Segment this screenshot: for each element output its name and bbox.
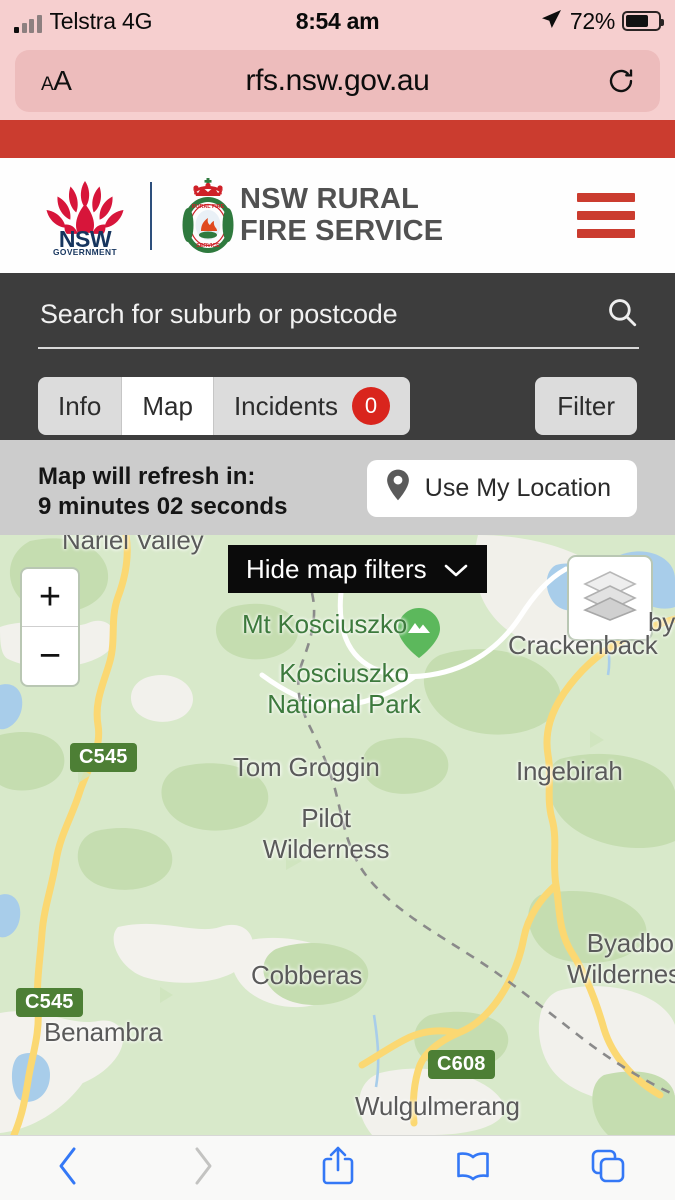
safari-browser-window: Telstra 4G 8:54 am 72% AA rfs.nsw.gov.au <box>0 0 675 1200</box>
rfs-crest-icon: RURAL FIRE SERVICE <box>182 177 234 253</box>
brand-red-band <box>0 120 675 158</box>
svg-text:RURAL FIRE: RURAL FIRE <box>192 204 225 210</box>
logo-group[interactable]: NSW GOVERNMENT RURAL FIRE SERVICE <box>40 175 244 257</box>
nsw-waratah-logo-icon: NSW GOVERNMENT <box>46 180 124 255</box>
tab-incidents-label: Incidents <box>233 390 339 421</box>
layers-stack-icon <box>582 570 638 627</box>
refresh-timer: 9 minutes 02 seconds <box>38 493 288 521</box>
incident-map[interactable]: + − Hide map filters Nariel Valley Crack… <box>0 535 675 1135</box>
forward-button <box>135 1145 270 1192</box>
map-refresh-bar: Map will refresh in: 9 minutes 02 second… <box>0 440 675 535</box>
tabs-button[interactable] <box>540 1148 675 1189</box>
map-zoom-controls[interactable]: + − <box>20 567 80 687</box>
tab-info-label: Info <box>58 390 102 421</box>
text-size-button[interactable]: AA <box>41 65 72 97</box>
status-bar-right: 72% <box>539 7 664 36</box>
address-bar[interactable]: AA rfs.nsw.gov.au <box>15 50 660 112</box>
location-arrow-icon <box>539 7 563 36</box>
tab-info[interactable]: Info <box>38 377 123 435</box>
site-title-line2: FIRE SERVICE <box>240 214 444 247</box>
share-button[interactable] <box>270 1145 405 1192</box>
logo-divider <box>150 181 152 250</box>
view-tab-group[interactable]: Info Map Incidents 0 <box>38 377 411 435</box>
mountain-pin-marker[interactable] <box>397 607 441 664</box>
search-input[interactable]: Search for suburb or postcode <box>40 299 398 330</box>
tab-map-label: Map <box>142 390 193 421</box>
bookmarks-button[interactable] <box>405 1148 540 1189</box>
share-icon <box>321 1145 355 1192</box>
refresh-label: Map will refresh in: <box>38 463 256 490</box>
refresh-countdown: Map will refresh in: 9 minutes 02 second… <box>38 462 287 523</box>
map-layers-button[interactable] <box>567 555 653 641</box>
hamburger-menu-icon[interactable] <box>577 193 635 238</box>
use-my-location-button[interactable]: Use My Location <box>366 460 637 517</box>
book-icon <box>455 1148 491 1189</box>
zoom-out-button[interactable]: − <box>22 627 78 685</box>
map-pin-icon <box>385 469 411 508</box>
url-text[interactable]: rfs.nsw.gov.au <box>15 64 660 98</box>
road-shield: C545 <box>70 743 137 772</box>
tabs-icon <box>590 1148 626 1189</box>
svg-text:SERVICE: SERVICE <box>196 243 220 249</box>
road-shield: C545 <box>16 988 83 1017</box>
site-title: NSW RURAL FIRE SERVICE <box>240 182 444 248</box>
chevron-down-icon <box>443 554 469 585</box>
filter-button[interactable]: Filter <box>535 377 637 435</box>
filter-button-label: Filter <box>557 390 615 421</box>
incidents-count-badge: 0 <box>352 387 391 425</box>
back-button[interactable] <box>0 1145 135 1192</box>
battery-icon <box>622 11 664 31</box>
use-my-location-label: Use My Location <box>424 474 611 502</box>
site-title-line1: NSW RURAL <box>240 182 420 215</box>
ios-status-bar: Telstra 4G 8:54 am 72% <box>0 0 675 42</box>
safari-url-bar-container: AA rfs.nsw.gov.au <box>0 42 675 120</box>
reload-icon[interactable] <box>606 66 636 96</box>
chevron-left-icon <box>54 1145 82 1192</box>
search-field-row[interactable]: Search for suburb or postcode <box>38 295 639 349</box>
hide-map-filters-button[interactable]: Hide map filters <box>228 545 487 593</box>
search-and-tabs-bar: Search for suburb or postcode Info Map I… <box>0 273 675 440</box>
zoom-in-button[interactable]: + <box>22 569 78 627</box>
road-shield: C608 <box>428 1050 495 1079</box>
search-icon[interactable] <box>605 295 639 329</box>
tab-incidents[interactable]: Incidents 0 <box>214 377 410 435</box>
search-underline <box>38 347 639 349</box>
safari-bottom-toolbar <box>0 1135 675 1200</box>
hide-map-filters-label: Hide map filters <box>246 553 427 584</box>
chevron-right-icon <box>189 1145 217 1192</box>
tab-map[interactable]: Map <box>122 377 214 435</box>
svg-text:GOVERNMENT: GOVERNMENT <box>53 247 118 255</box>
battery-percent-label: 72% <box>569 7 615 34</box>
site-header: NSW GOVERNMENT RURAL FIRE SERVICE NSW RU… <box>0 158 675 273</box>
